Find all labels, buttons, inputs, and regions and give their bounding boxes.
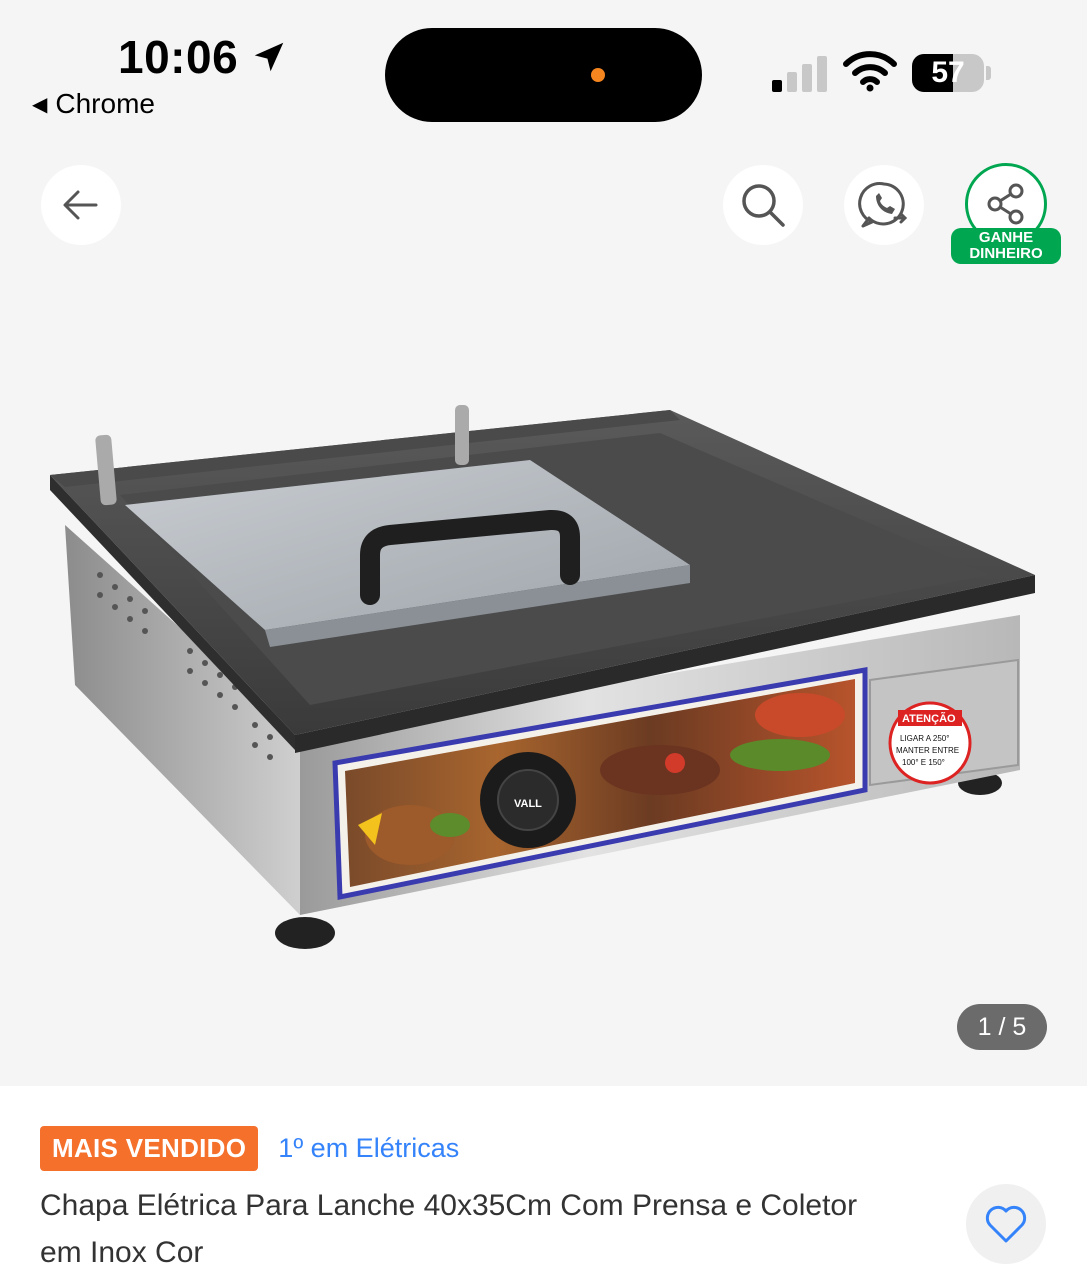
- earn-badge-line2: DINHEIRO: [969, 245, 1043, 262]
- back-to-app-link[interactable]: ◀ Chrome: [32, 88, 155, 120]
- product-photo[interactable]: VALL ATENÇÃO LIGAR A 250° MANTER ENTRE 1…: [40, 265, 1050, 965]
- warning-line-3: 100° E 150°: [902, 758, 945, 767]
- product-page: 10:06 ◀ Chrome 57 GANHE DINHEIRO VALL AT…: [0, 0, 1087, 1280]
- tag-row: MAIS VENDIDO 1º em Elétricas: [40, 1126, 459, 1171]
- wifi-icon: [843, 51, 897, 92]
- clock: 10:06: [118, 31, 239, 83]
- favorite-button[interactable]: [966, 1184, 1046, 1264]
- arrow-left-icon: [63, 190, 98, 220]
- warning-title: ATENÇÃO: [902, 712, 956, 725]
- recording-indicator-icon: [591, 68, 605, 82]
- warning-line-1: LIGAR A 250°: [900, 734, 949, 743]
- location-arrow-icon: [254, 42, 284, 72]
- earn-badge-line1: GANHE: [978, 229, 1034, 246]
- heart-icon: [985, 1205, 1027, 1243]
- whatsapp-share-button[interactable]: [844, 165, 924, 245]
- back-triangle-icon: ◀: [32, 93, 48, 116]
- share-icon: [987, 183, 1024, 225]
- battery-percent: 57: [931, 56, 965, 89]
- category-rank-link[interactable]: 1º em Elétricas: [278, 1133, 459, 1164]
- whatsapp-icon: [858, 182, 908, 228]
- product-info: MAIS VENDIDO 1º em Elétricas Chapa Elétr…: [0, 1086, 1087, 1280]
- product-title: Chapa Elétrica Para Lanche 40x35Cm Com P…: [40, 1189, 858, 1269]
- battery-indicator: 57: [912, 54, 994, 92]
- warning-line-2: MANTER ENTRE: [896, 746, 959, 755]
- brand-label: VALL: [514, 798, 542, 810]
- back-app-label: Chrome: [55, 88, 155, 119]
- search-button[interactable]: [723, 165, 803, 245]
- dynamic-island: [385, 28, 702, 122]
- earn-money-badge[interactable]: GANHE DINHEIRO: [951, 228, 1061, 264]
- status-bar: 10:06 ◀ Chrome 57: [0, 0, 1087, 130]
- cellular-signal-icon: [772, 56, 827, 92]
- image-counter: 1 / 5: [957, 1004, 1047, 1050]
- back-button[interactable]: [41, 165, 121, 245]
- best-seller-badge: MAIS VENDIDO: [40, 1126, 259, 1171]
- product-image-gallery[interactable]: GANHE DINHEIRO VALL ATENÇÃO LIGAR A 250°…: [0, 130, 1087, 1086]
- search-icon: [742, 184, 785, 227]
